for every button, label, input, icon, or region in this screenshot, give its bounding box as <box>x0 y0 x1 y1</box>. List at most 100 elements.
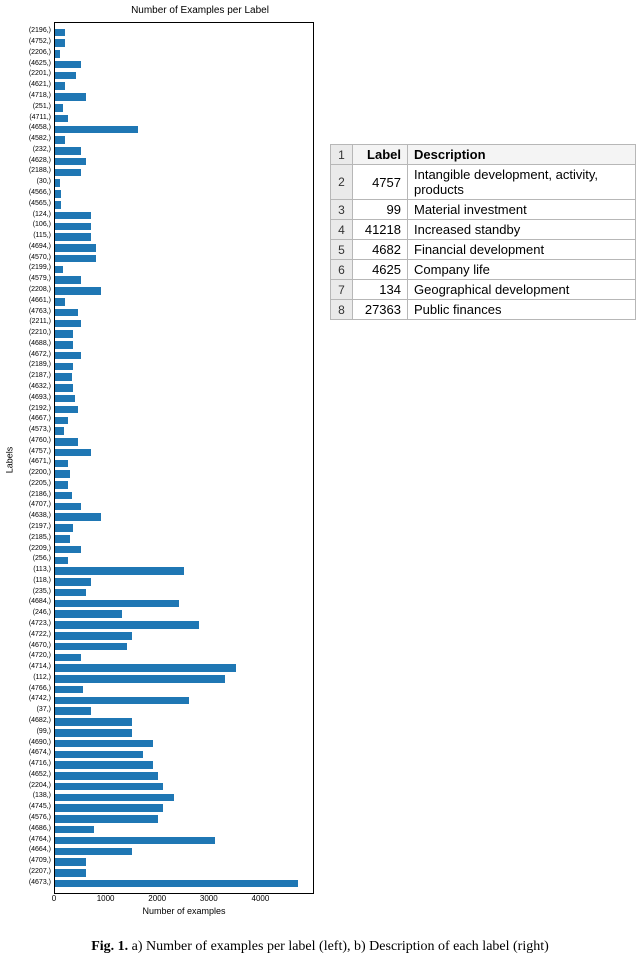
y-tick-label: (106,) <box>0 220 51 230</box>
row-index: 4 <box>331 220 353 240</box>
bar-row <box>55 684 313 695</box>
bar <box>55 320 81 328</box>
bar <box>55 266 63 274</box>
y-tick-label: (4652,) <box>0 770 51 780</box>
bar <box>55 115 68 123</box>
bar <box>55 557 68 565</box>
bar <box>55 546 81 554</box>
y-tick-label: (232,) <box>0 145 51 155</box>
y-tick-label: (2204,) <box>0 781 51 791</box>
bar-row <box>55 102 313 113</box>
y-tick-label: (4570,) <box>0 253 51 263</box>
bar-row <box>55 393 313 404</box>
y-tick-label: (115,) <box>0 231 51 241</box>
y-tick-label: (2205,) <box>0 479 51 489</box>
y-tick-label: (4723,) <box>0 619 51 629</box>
caption-prefix: Fig. 1. <box>91 939 128 954</box>
bar-row <box>55 275 313 286</box>
y-tick-label: (4722,) <box>0 630 51 640</box>
bar <box>55 223 91 231</box>
bar <box>55 481 68 489</box>
bar <box>55 826 94 834</box>
cell-description: Intangible development, activity, produc… <box>408 165 636 200</box>
bar <box>55 858 86 866</box>
bar-row <box>55 383 313 394</box>
bar <box>55 104 63 112</box>
y-tick-label: (4576,) <box>0 813 51 823</box>
x-tick-label: 4000 <box>251 894 269 903</box>
cell-label: 27363 <box>353 300 408 320</box>
cell-description: Financial development <box>408 240 636 260</box>
bar <box>55 621 199 629</box>
bar <box>55 309 78 317</box>
bar-row <box>55 350 313 361</box>
y-tick-label: (4764,) <box>0 835 51 845</box>
bar <box>55 654 81 662</box>
bar <box>55 578 91 586</box>
caption-text: a) Number of examples per label (left), … <box>132 939 549 954</box>
bar-row <box>55 770 313 781</box>
y-tick-label: (4674,) <box>0 748 51 758</box>
bar-row <box>55 286 313 297</box>
cell-description: Company life <box>408 260 636 280</box>
bar <box>55 524 73 532</box>
y-tick-label: (2185,) <box>0 533 51 543</box>
cell-description: Public finances <box>408 300 636 320</box>
bar-row <box>55 846 313 857</box>
bar-row <box>55 652 313 663</box>
bar <box>55 848 132 856</box>
bar-row <box>55 695 313 706</box>
table-row: 64625Company life <box>331 260 636 280</box>
y-tick-label: (2199,) <box>0 263 51 273</box>
bar-row <box>55 577 313 588</box>
plot-frame <box>54 22 314 894</box>
y-tick-label: (2206,) <box>0 48 51 58</box>
y-tick-label: (4667,) <box>0 414 51 424</box>
bar-row <box>55 210 313 221</box>
cell-label: 134 <box>353 280 408 300</box>
y-tick-label: (2192,) <box>0 404 51 414</box>
bar-row <box>55 178 313 189</box>
bar-row <box>55 243 313 254</box>
y-tick-label: (2210,) <box>0 328 51 338</box>
y-tick-label: (4625,) <box>0 59 51 69</box>
bar-row <box>55 566 313 577</box>
bar <box>55 438 78 446</box>
cell-description: Geographical development <box>408 280 636 300</box>
bar <box>55 686 83 694</box>
bar <box>55 804 163 812</box>
bar <box>55 707 91 715</box>
row-index: 3 <box>331 200 353 220</box>
bar <box>55 729 132 737</box>
bar-row <box>55 792 313 803</box>
y-tick-label: (118,) <box>0 576 51 586</box>
header-label: Label <box>353 145 408 165</box>
x-tick-label: 2000 <box>148 894 166 903</box>
bar-row <box>55 674 313 685</box>
bar-row <box>55 803 313 814</box>
y-tick-label: (4757,) <box>0 447 51 457</box>
y-tick-label: (4760,) <box>0 436 51 446</box>
bar-row <box>55 533 313 544</box>
row-index: 6 <box>331 260 353 280</box>
bar <box>55 589 86 597</box>
bar <box>55 880 298 888</box>
y-tick-label: (112,) <box>0 673 51 683</box>
y-tick-label: (2196,) <box>0 26 51 36</box>
y-tick-label: (4763,) <box>0 307 51 317</box>
bar-row <box>55 641 313 652</box>
bar-row <box>55 329 313 340</box>
bar-row <box>55 490 313 501</box>
bar-row <box>55 156 313 167</box>
bar-row <box>55 458 313 469</box>
y-tick-label: (4565,) <box>0 199 51 209</box>
y-tick-label: (4711,) <box>0 113 51 123</box>
y-tick-label: (4688,) <box>0 339 51 349</box>
y-tick-label: (2209,) <box>0 544 51 554</box>
bar <box>55 212 91 220</box>
bar <box>55 783 163 791</box>
bar-row <box>55 221 313 232</box>
table-row: 1LabelDescription <box>331 145 636 165</box>
row-index: 5 <box>331 240 353 260</box>
y-tick-label: (4573,) <box>0 425 51 435</box>
